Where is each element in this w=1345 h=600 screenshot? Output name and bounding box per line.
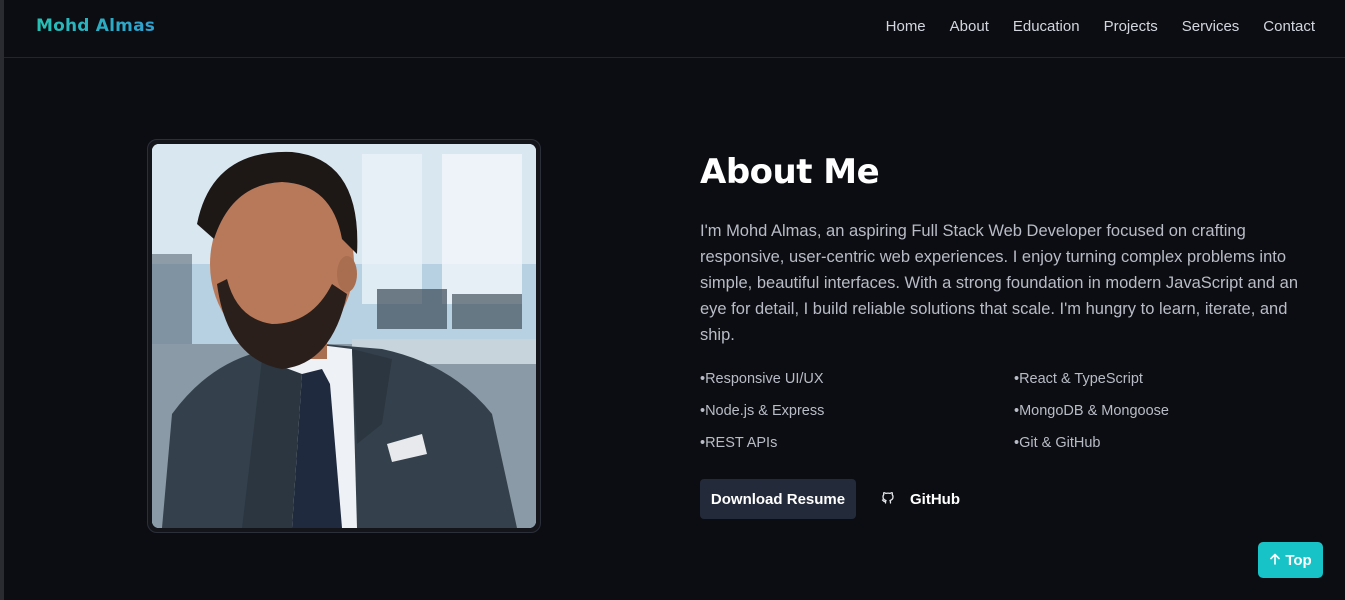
arrow-up-icon bbox=[1269, 552, 1281, 569]
github-label: GitHub bbox=[910, 490, 960, 508]
github-icon bbox=[880, 489, 896, 510]
skill-item: REST APIs bbox=[700, 435, 1014, 455]
about-title: About Me bbox=[700, 152, 880, 192]
skill-item: MongoDB & Mongoose bbox=[1014, 403, 1328, 423]
skill-item: Responsive UI/UX bbox=[700, 371, 1014, 391]
skill-item: React & TypeScript bbox=[1014, 371, 1328, 391]
nav-link-education[interactable]: Education bbox=[1013, 18, 1080, 35]
github-link[interactable]: GitHub bbox=[880, 479, 960, 519]
scroll-top-button[interactable]: Top bbox=[1258, 542, 1323, 578]
nav-link-home[interactable]: Home bbox=[886, 18, 926, 35]
profile-portrait-illustration bbox=[152, 144, 536, 528]
nav-link-contact[interactable]: Contact bbox=[1263, 18, 1315, 35]
brand-logo[interactable]: Mohd Almas bbox=[36, 16, 155, 36]
skill-item: Git & GitHub bbox=[1014, 435, 1328, 455]
nav-link-services[interactable]: Services bbox=[1182, 18, 1240, 35]
scroll-top-label: Top bbox=[1285, 551, 1312, 569]
navbar: Mohd Almas Home About Education Projects… bbox=[4, 0, 1345, 58]
nav-link-projects[interactable]: Projects bbox=[1104, 18, 1158, 35]
skills-list: Responsive UI/UX React & TypeScript Node… bbox=[700, 371, 1340, 455]
window-edge bbox=[0, 0, 4, 600]
skill-item: Node.js & Express bbox=[700, 403, 1014, 423]
nav-link-about[interactable]: About bbox=[950, 18, 989, 35]
about-description: I'm Mohd Almas, an aspiring Full Stack W… bbox=[700, 222, 1298, 344]
profile-photo bbox=[152, 144, 536, 528]
download-resume-button[interactable]: Download Resume bbox=[700, 479, 856, 519]
nav-links: Home About Education Projects Services C… bbox=[886, 18, 1315, 35]
profile-photo-frame bbox=[147, 139, 541, 533]
